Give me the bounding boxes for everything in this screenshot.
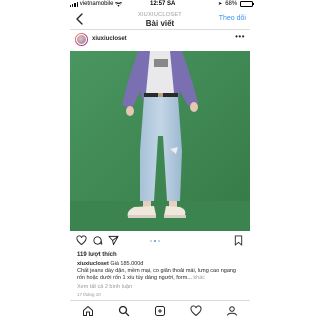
post-header: xiuxiucloset ••• [70,30,250,50]
carousel-dot [158,240,160,242]
share-icon[interactable] [108,235,119,246]
add-post-icon[interactable] [154,305,166,317]
post-caption: xiuxiucloset Giá 185.000đ Chất jeans dày… [77,261,245,282]
caption-handle[interactable]: xiuxiucloset [77,261,109,267]
carousel-indicator [150,240,160,242]
likes-count[interactable]: 119 lượt thích [77,252,117,258]
clock: 12:57 SA [150,1,176,7]
battery-percent: 68% [225,1,238,7]
signal-icon [70,2,78,7]
carrier-info: vietnamobile [70,1,123,7]
more-dots-icon[interactable]: ••• [235,32,245,41]
location-icon: ➤ [218,1,223,7]
caption-more-link[interactable]: khác [192,275,205,281]
post-date: 17 tháng 10 [77,292,101,297]
profile-icon[interactable] [226,305,238,317]
navigation-bar: XIUXIUCLOSET Bài viết Theo dõi [70,9,250,30]
comment-icon[interactable] [92,235,103,246]
post-actions [70,232,250,250]
outfit-photo-illustration [70,51,250,231]
post-author-handle[interactable]: xiuxiucloset [92,36,127,42]
home-icon[interactable] [82,305,94,317]
tab-bar [70,300,250,320]
wifi-icon [115,1,123,7]
avatar[interactable] [75,33,88,46]
carousel-dot [154,240,156,242]
carousel-dot [150,240,152,242]
activity-heart-icon[interactable] [190,305,202,317]
view-comments-link[interactable]: Xem tất cả 2 bình luận [77,284,132,290]
carrier-name: vietnamobile [79,1,114,7]
bookmark-icon[interactable] [233,235,244,246]
status-right: ➤ 68% [218,1,255,7]
follow-button[interactable]: Theo dõi [219,15,246,22]
search-icon[interactable] [118,305,130,317]
heart-icon[interactable] [76,235,87,246]
status-bar: vietnamobile 12:57 SA ➤ 68% [0,0,320,9]
battery-icon [240,1,255,7]
post-photo[interactable] [70,51,250,231]
